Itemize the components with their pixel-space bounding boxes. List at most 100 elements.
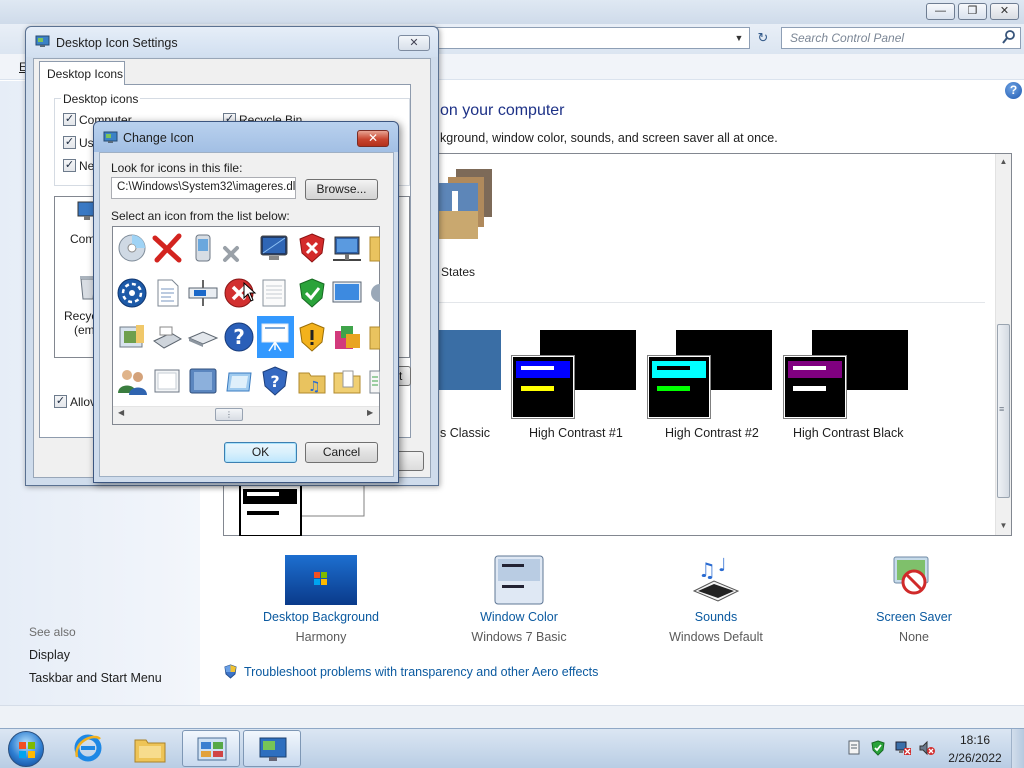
troubleshoot-link[interactable]: Troubleshoot problems with transparency … [244,665,598,679]
music-folder-icon[interactable]: ♫ [296,365,328,397]
taskbar-internet-explorer[interactable] [60,730,118,767]
help-icon[interactable]: ? [1005,82,1022,99]
icon-file-path-input[interactable]: C:\Windows\System32\imageres.dll [111,177,296,199]
show-desktop-button[interactable] [1011,729,1024,768]
window-frame-icon[interactable] [151,365,183,397]
user-files-checkbox[interactable]: ✓ [63,136,76,149]
search-icon[interactable] [1001,29,1017,45]
flatbed-scanner-icon[interactable] [187,321,219,353]
close-button[interactable]: ✕ [990,3,1019,20]
desktop-icon-settings-icon [259,737,287,761]
desktop-background-link[interactable]: Desktop Background [231,610,411,624]
network-computer-icon[interactable] [331,232,363,264]
screen-saver-value: None [899,630,929,644]
dialog-ok-button[interactable] [399,451,424,471]
gray-x-icon[interactable] [221,244,241,264]
cd-drive-icon[interactable] [116,232,148,264]
theme-label-high-contrast-black[interactable]: High Contrast Black [793,426,903,440]
open-folder-icon[interactable] [331,365,363,397]
security-error-shield-icon[interactable] [296,232,328,264]
theme-high-contrast-black-thumbnail[interactable] [783,330,908,420]
clock-time[interactable]: 18:16 [945,733,1005,747]
clock-date[interactable]: 2/26/2022 [945,751,1005,765]
tab-desktop-icons[interactable]: Desktop Icons [39,61,125,85]
action-center-flag-icon[interactable] [847,740,861,756]
address-dropdown-icon[interactable]: ▼ [732,30,746,46]
programs-icon[interactable] [331,321,363,353]
scroll-left-icon[interactable]: ◀ [118,408,124,417]
window-color-link[interactable]: Window Color [429,610,609,624]
theme-states-thumbnail[interactable] [436,163,496,243]
browse-button[interactable]: Browse... [305,179,378,200]
scroll-up-icon[interactable]: ▲ [996,155,1011,169]
sounds-icon: ♫ ♩ [692,555,740,602]
backup-icon[interactable] [116,277,148,309]
cancel-button[interactable]: Cancel [305,442,378,463]
projector-icon[interactable] [187,277,219,309]
allow-themes-checkbox[interactable]: ✓ [54,395,67,408]
users-icon[interactable] [116,365,148,397]
taskbar-desktop-icon-settings[interactable] [243,730,301,767]
security-shield-icon[interactable] [870,740,886,756]
restore-default-button[interactable]: t [399,366,411,386]
maximize-button[interactable]: ❐ [958,3,987,20]
display-panel-icon[interactable] [331,277,363,309]
volume-muted-icon[interactable] [918,740,936,756]
monitor-icon[interactable] [258,232,290,264]
help-shield-icon[interactable]: ? [259,365,291,397]
screen-saver-item[interactable]: Screen Saver None [824,555,1004,645]
pictures-library-icon[interactable] [116,321,148,353]
computer-checkbox[interactable]: ✓ [63,113,76,126]
scroll-right-icon[interactable]: ▶ [367,408,373,417]
scanner-icon[interactable] [151,321,183,353]
screen-saver-link[interactable]: Screen Saver [824,610,1004,624]
scroll-thumb[interactable]: ⋮ [215,408,243,421]
minimize-button[interactable]: — [926,3,955,20]
security-ok-shield-icon[interactable] [296,277,328,309]
notepad-icon[interactable] [258,277,290,309]
mobile-device-icon[interactable] [187,232,219,264]
security-warning-shield-icon[interactable] [296,321,328,353]
document-icon[interactable] [151,277,183,309]
list-partial-icon[interactable] [368,365,380,397]
scroll-down-icon[interactable]: ▼ [996,519,1011,533]
blue-book-icon[interactable] [187,365,219,397]
network-checkbox[interactable]: ✓ [63,159,76,172]
close-button[interactable]: ✕ [398,35,430,51]
theme-label-high-contrast-1[interactable]: High Contrast #1 [529,426,623,440]
see-also-taskbar-link[interactable]: Taskbar and Start Menu [29,671,162,685]
thumb-accent [521,386,554,391]
network-disconnected-icon[interactable] [894,740,912,756]
delete-x-icon[interactable] [151,232,183,264]
search-input[interactable]: Search Control Panel [781,27,1021,49]
help-question-icon[interactable]: ? [223,321,255,353]
presentation-screen-icon[interactable] [259,321,291,353]
theme-label-high-contrast-2[interactable]: High Contrast #2 [665,426,759,440]
sounds-link[interactable]: Sounds [626,610,806,624]
refresh-icon[interactable]: ↻ [753,28,773,48]
theme-label-states[interactable]: States [441,265,475,279]
theme-high-contrast-white-thumbnail[interactable] [239,483,365,536]
dialog-title: Change Icon [123,131,194,145]
theme-high-contrast-1-thumbnail[interactable] [511,330,636,420]
sounds-item[interactable]: ♫ ♩ Sounds Windows Default [626,555,806,645]
theme-classic-thumbnail[interactable] [438,330,501,390]
window-color-item[interactable]: Window Color Windows 7 Basic [429,555,609,645]
theme-high-contrast-2-thumbnail[interactable] [647,330,772,420]
internet-explorer-icon [74,734,102,762]
see-also-display-link[interactable]: Display [29,648,70,662]
taskbar-control-panel[interactable] [182,730,240,767]
start-button[interactable] [8,731,44,767]
taskbar-file-explorer[interactable] [121,730,179,767]
recycle-bin-state-label: (em [74,323,95,337]
icon-list-horizontal-scrollbar[interactable] [113,406,379,424]
ok-button[interactable]: OK [224,442,297,463]
folder-partial-icon[interactable] [368,321,380,353]
folder-partial-icon[interactable] [368,232,380,264]
gear-partial-icon[interactable] [368,277,380,309]
close-button[interactable]: ✕ [357,130,389,147]
tile-icon[interactable] [223,365,255,397]
address-bar[interactable] [430,27,750,49]
theme-label-classic[interactable]: s Classic [440,426,490,440]
desktop-background-item[interactable]: Desktop Background Harmony [231,555,411,645]
